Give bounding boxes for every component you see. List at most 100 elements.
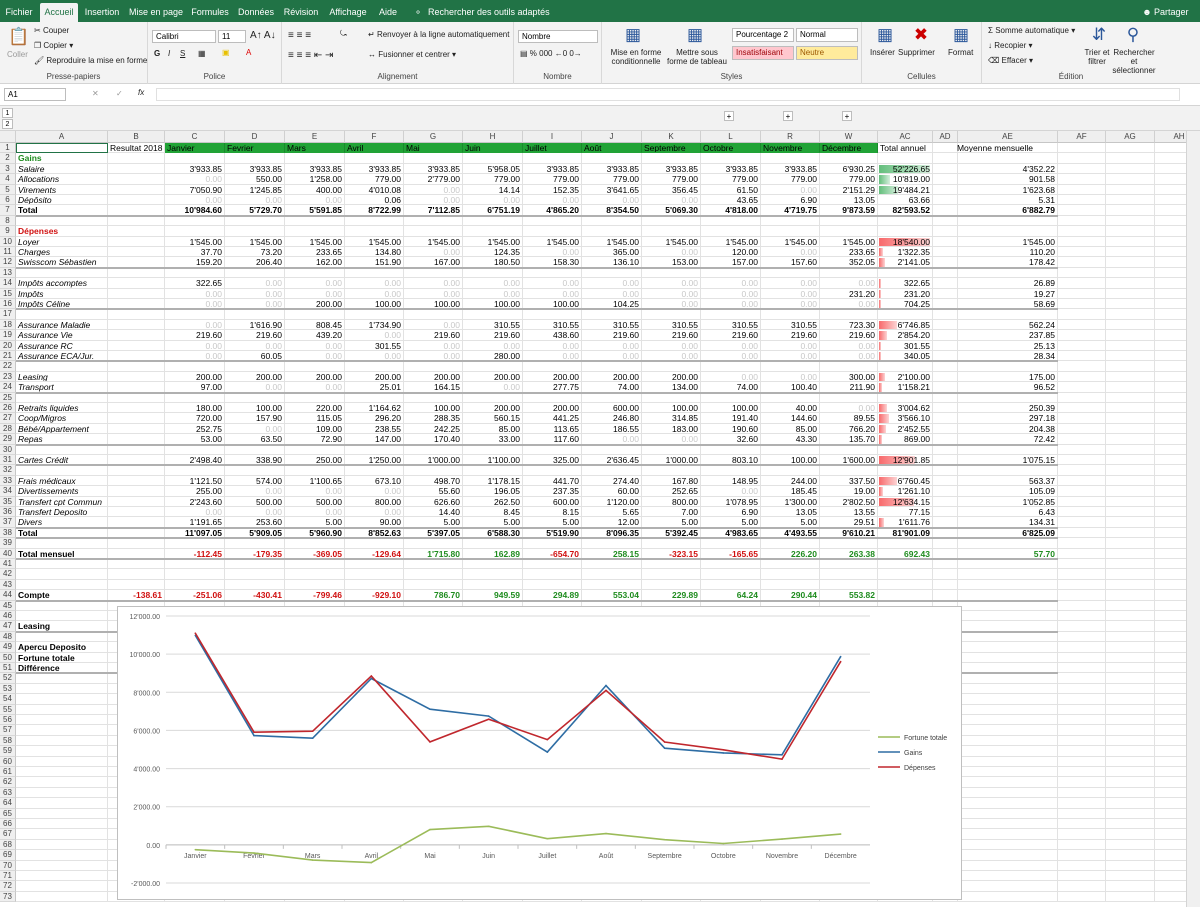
cell[interactable] (345, 361, 404, 372)
row-header[interactable]: 6 (0, 195, 16, 206)
row-header[interactable]: 69 (0, 850, 16, 861)
cell[interactable] (878, 465, 933, 476)
cell[interactable] (958, 850, 1058, 861)
cell[interactable] (523, 392, 582, 403)
cell-value[interactable]: 0.00 (463, 278, 523, 288)
cell[interactable] (761, 361, 820, 372)
cell-value[interactable]: 6.90 (761, 195, 820, 205)
row-header[interactable]: 67 (0, 829, 16, 840)
cell[interactable] (463, 444, 523, 455)
cell-value[interactable]: 0.00 (523, 289, 582, 299)
cell-value[interactable]: 0.00 (285, 507, 345, 517)
cell[interactable] (1058, 694, 1106, 705)
cell-value[interactable]: Octobre (701, 143, 761, 154)
cell-value[interactable]: 7.00 (642, 507, 701, 517)
cell[interactable] (16, 673, 108, 684)
cell[interactable] (582, 153, 642, 164)
cell[interactable] (225, 569, 285, 580)
cell-value[interactable] (108, 174, 165, 184)
cell-value[interactable] (108, 195, 165, 205)
cell[interactable] (463, 559, 523, 570)
row-header[interactable]: 12 (0, 257, 16, 268)
cell[interactable] (345, 538, 404, 549)
number-format-select[interactable]: Nombre (518, 30, 598, 43)
cell[interactable] (108, 465, 165, 476)
cell-value[interactable]: 250.39 (958, 403, 1058, 413)
cell[interactable] (1155, 673, 1186, 684)
cell-value[interactable]: Total annuel (878, 143, 933, 153)
cell-value[interactable]: 0.00 (165, 174, 225, 184)
cell-value[interactable]: 0.00 (165, 341, 225, 351)
cell-value[interactable]: 0.00 (285, 278, 345, 288)
cell-value[interactable]: 626.60 (404, 497, 463, 507)
cell-value[interactable]: 144.60 (761, 413, 820, 423)
cell[interactable] (1155, 153, 1186, 164)
cell[interactable] (1155, 746, 1186, 757)
cell[interactable] (1106, 579, 1155, 591)
cell-value[interactable]: 2'100.00 (878, 372, 933, 382)
cell-value[interactable]: 310.55 (523, 320, 582, 330)
cell[interactable] (933, 288, 958, 299)
row-header[interactable]: 62 (0, 777, 16, 788)
cell[interactable] (1058, 850, 1106, 861)
cell[interactable] (1155, 549, 1186, 559)
cell[interactable] (582, 538, 642, 549)
cell[interactable] (958, 267, 1058, 279)
cell[interactable] (1106, 517, 1155, 528)
cell-value[interactable]: 191.40 (701, 413, 761, 423)
cell[interactable] (165, 361, 225, 372)
row-header[interactable]: 66 (0, 819, 16, 830)
cell[interactable] (701, 559, 761, 570)
cell[interactable] (1155, 705, 1186, 715)
cell-value[interactable]: Juillet (523, 143, 582, 154)
row-header[interactable]: 1 (0, 143, 16, 154)
cell[interactable] (404, 215, 463, 227)
cell-value[interactable]: 219.60 (225, 330, 285, 340)
cell[interactable] (933, 496, 958, 507)
cell[interactable] (1058, 829, 1106, 840)
share-button[interactable]: Partager (1154, 3, 1194, 22)
cell-value[interactable]: 0.00 (404, 341, 463, 351)
cell-value[interactable]: 13.05 (761, 507, 820, 517)
cell-value[interactable]: 1'178.15 (463, 476, 523, 486)
cell[interactable] (225, 392, 285, 403)
tab-file[interactable]: Fichier (2, 3, 36, 22)
cell[interactable] (108, 559, 165, 570)
cell[interactable] (1155, 216, 1186, 227)
cell[interactable] (463, 569, 523, 580)
tab-data[interactable]: Données (235, 3, 277, 22)
cell[interactable] (16, 465, 108, 476)
cell-value[interactable]: 14.14 (463, 185, 523, 195)
cell-value[interactable]: 4'352.22 (958, 164, 1058, 174)
cell[interactable] (582, 579, 642, 591)
cell-value[interactable]: 237.35 (523, 486, 582, 496)
cell[interactable] (1106, 392, 1155, 403)
cell[interactable] (523, 559, 582, 570)
cell[interactable] (701, 215, 761, 227)
cell[interactable] (1106, 673, 1155, 684)
conditional-format-icon[interactable]: ▦ (622, 24, 644, 46)
cell[interactable] (1058, 205, 1106, 216)
cell-value[interactable]: 13.05 (820, 195, 878, 205)
cell[interactable] (1058, 174, 1106, 185)
cell-value[interactable]: 105.09 (958, 486, 1058, 496)
cell[interactable] (1058, 777, 1106, 788)
cell[interactable] (958, 829, 1058, 840)
cell-value[interactable]: 1'545.00 (225, 237, 285, 247)
cell-value[interactable]: 3'933.85 (761, 164, 820, 174)
cell-value[interactable]: 901.58 (958, 174, 1058, 184)
cell-value[interactable]: 1'121.50 (165, 476, 225, 486)
cell-value[interactable]: 219.60 (820, 330, 878, 340)
cell[interactable] (16, 694, 108, 705)
cell[interactable] (761, 309, 820, 320)
cell[interactable] (16, 860, 108, 871)
cancel-icon[interactable]: ✕ (92, 89, 99, 98)
cell[interactable] (16, 735, 108, 747)
cell[interactable] (523, 538, 582, 549)
cell[interactable] (108, 444, 165, 455)
cell[interactable] (1058, 153, 1106, 164)
cell[interactable] (1106, 153, 1155, 164)
cell[interactable] (1106, 527, 1155, 539)
row-header[interactable]: 27 (0, 413, 16, 424)
cell-value[interactable]: 0.00 (345, 289, 404, 299)
